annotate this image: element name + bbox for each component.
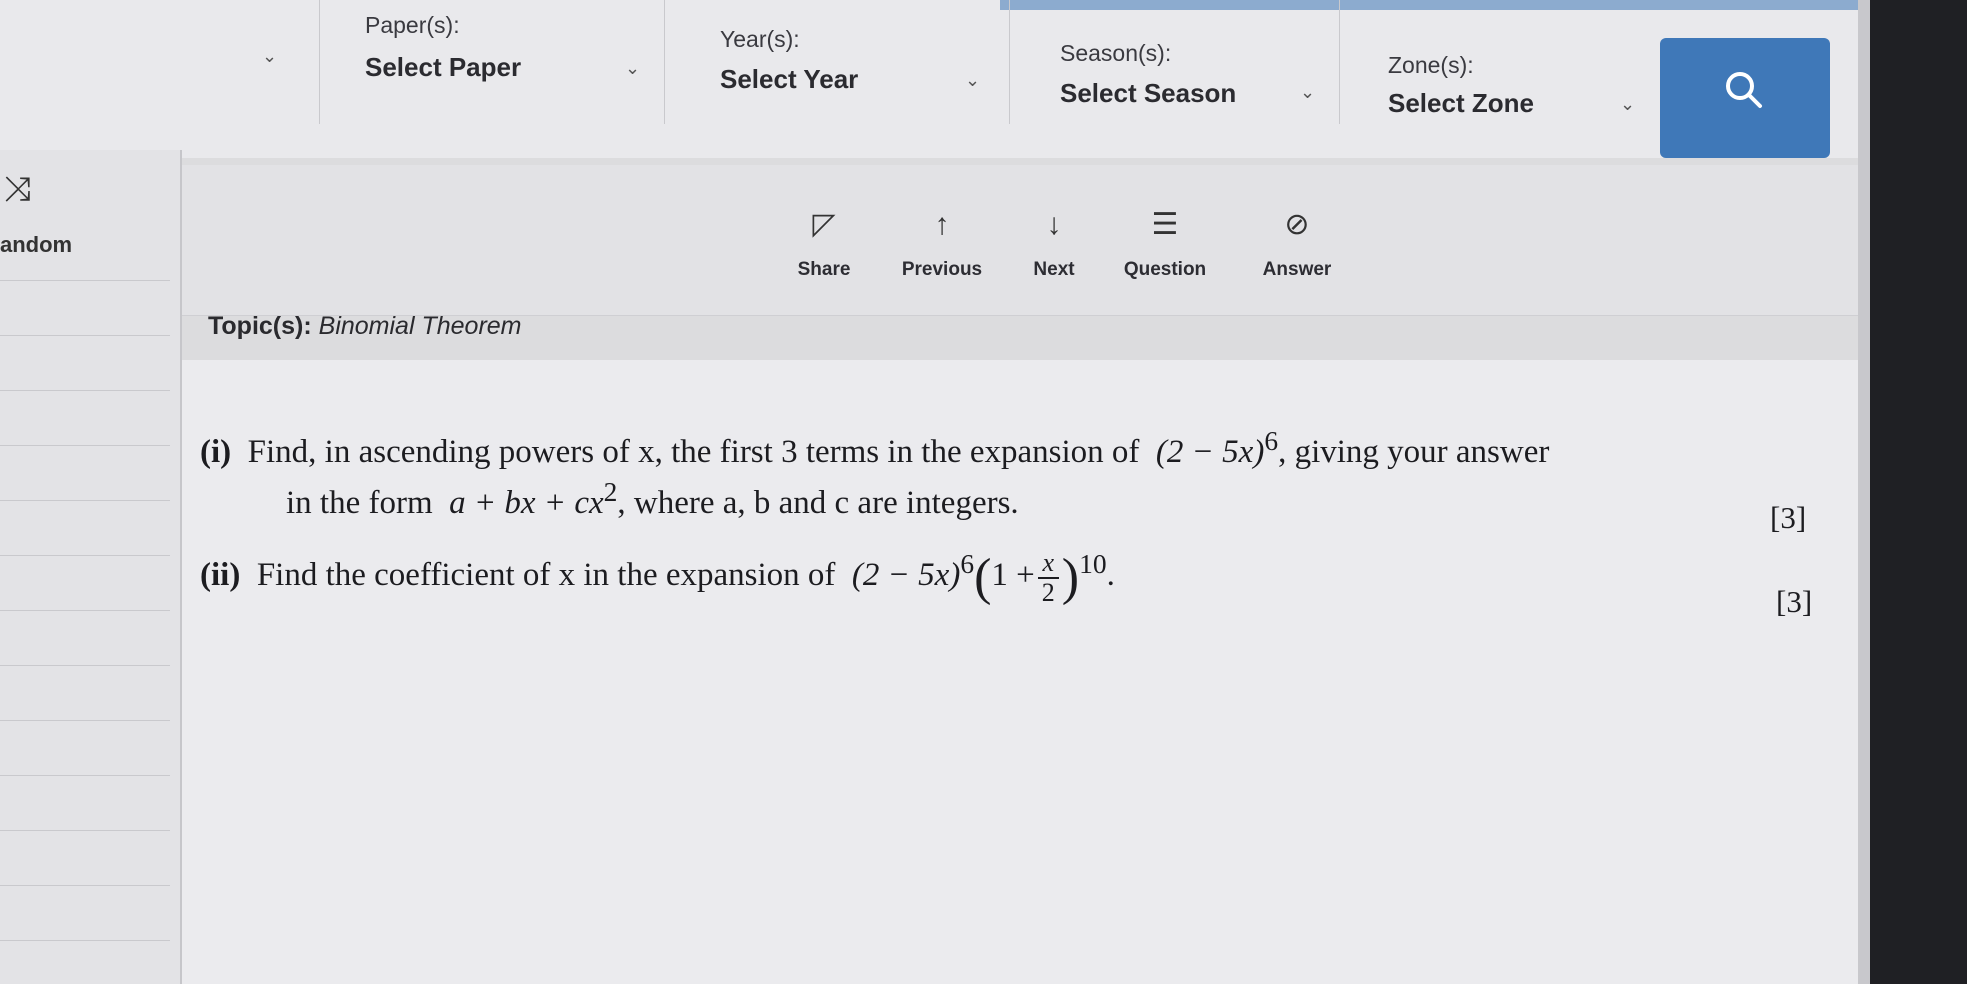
answer-button[interactable]: ⊘ Answer: [1232, 205, 1362, 281]
question-number: (i): [200, 434, 232, 470]
divider: [0, 665, 170, 666]
question-text: Find the coefficient of x in the expansi…: [256, 557, 836, 594]
fraction: x2: [1037, 549, 1059, 607]
filter-value: Select Season: [1060, 78, 1237, 108]
question-toolbar: ◸ Share ↑ Previous ↓ Next ☰ Question ⊘ A…: [182, 165, 1858, 316]
chevron-down-icon: ⌄: [1300, 82, 1316, 102]
search-icon: [1726, 72, 1762, 108]
filter-value: Select Zone: [1388, 88, 1534, 118]
share-icon: ◸: [812, 208, 836, 241]
random-label[interactable]: andom: [0, 232, 72, 258]
question-text-tail: , where a, b and c are integers.: [617, 485, 1019, 521]
filter-label: Year(s):: [720, 26, 800, 52]
math-expression: (2 − 5x): [851, 557, 961, 594]
arrow-down-icon: ↓: [1046, 208, 1062, 241]
topic-value: Binomial Theorem: [318, 312, 522, 340]
question-number: (ii): [200, 557, 241, 594]
math-exponent: 10: [1079, 548, 1107, 580]
filter-label: Paper(s):: [365, 12, 460, 38]
question-part-ii: (ii) Find the coefficient of x in the ex…: [200, 548, 1115, 607]
filter-value: Select Year: [720, 64, 859, 94]
previous-label: Previous: [901, 259, 983, 280]
math-expression: a + bx + cx: [449, 485, 604, 521]
math-exponent: 6: [1264, 425, 1279, 456]
search-button[interactable]: [1660, 38, 1830, 158]
question-text: Find, in ascending powers of x, the firs…: [247, 434, 1140, 470]
question-text-tail: , giving your answer: [1278, 434, 1550, 470]
filter-label: Zone(s):: [1388, 52, 1474, 78]
question-part-i-line2: in the form a + bx + cx2, where a, b and…: [286, 476, 1019, 522]
filter-zone[interactable]: Zone(s): Select Zone ⌄: [1340, 0, 1660, 124]
divider: [0, 500, 170, 501]
question-text: in the form: [286, 485, 433, 521]
monitor-bezel: [1870, 0, 1967, 984]
fraction-denominator: 2: [1041, 577, 1055, 607]
left-rail: ⤨ andom: [0, 150, 182, 984]
fraction-numerator: x: [1037, 549, 1059, 579]
next-label: Next: [1033, 259, 1075, 280]
previous-button[interactable]: ↑ Previous: [882, 205, 1002, 281]
divider: [0, 720, 170, 721]
divider: [0, 445, 170, 446]
math-exponent: 6: [960, 548, 975, 580]
filter-year[interactable]: Year(s): Select Year ⌄: [665, 0, 1010, 124]
divider: [0, 280, 170, 281]
divider: [0, 610, 170, 611]
divider: [0, 940, 170, 941]
filter-paper[interactable]: Paper(s): Select Paper ⌄: [320, 0, 665, 124]
divider: [0, 335, 170, 336]
share-label: Share: [797, 259, 851, 280]
question-part-i-line1: (i) Find, in ascending powers of x, the …: [200, 425, 1549, 471]
filter-paper-left-stub: ⌄: [0, 0, 320, 124]
arrow-up-icon: ↑: [934, 208, 950, 241]
link-icon: ⊘: [1284, 208, 1310, 241]
divider: [0, 885, 170, 886]
math-exponent: 2: [603, 476, 618, 507]
divider: [0, 775, 170, 776]
question-button[interactable]: ☰ Question: [1100, 205, 1230, 281]
filter-label: Season(s):: [1060, 40, 1172, 66]
chevron-down-icon: ⌄: [625, 58, 641, 78]
divider: [0, 555, 170, 556]
shuffle-icon[interactable]: ⤨: [4, 170, 31, 209]
topic-line: Topic(s): Binomial Theorem: [208, 312, 522, 341]
chevron-down-icon: ⌄: [262, 46, 278, 66]
topic-prefix: Topic(s):: [208, 312, 312, 340]
question-label: Question: [1123, 259, 1207, 280]
math-expression: 1 +: [991, 557, 1035, 594]
marks-label: [3]: [1776, 584, 1813, 619]
chevron-down-icon: ⌄: [965, 70, 981, 90]
share-button[interactable]: ◸ Share: [774, 205, 874, 281]
right-paren: ): [1061, 549, 1080, 606]
left-paren: (: [974, 549, 992, 606]
chevron-down-icon: ⌄: [1620, 94, 1636, 114]
divider: [0, 390, 170, 391]
divider: [0, 830, 170, 831]
list-icon: ☰: [1151, 208, 1179, 241]
next-button[interactable]: ↓ Next: [1004, 205, 1104, 281]
answer-label: Answer: [1262, 259, 1332, 280]
filter-value: Select Paper: [365, 52, 522, 82]
filter-bar: ⌄ Paper(s): Select Paper ⌄ Year(s): Sele…: [0, 0, 1870, 158]
filter-season[interactable]: Season(s): Select Season ⌄: [1010, 0, 1340, 124]
marks-label: [3]: [1770, 500, 1807, 535]
math-expression: (2 − 5x): [1155, 434, 1265, 470]
